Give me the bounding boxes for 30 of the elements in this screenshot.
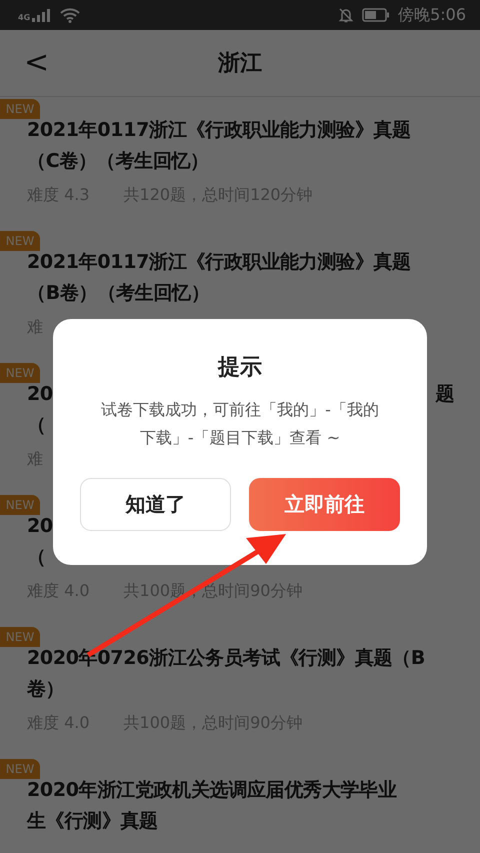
paper-title[interactable]: 卷） [27, 676, 64, 702]
new-badge: NEW [0, 495, 40, 515]
bell-off-icon [338, 7, 354, 23]
paper-title[interactable]: （ [27, 412, 46, 438]
page-title: 浙江 [218, 50, 262, 78]
paper-title[interactable]: 20 [27, 514, 53, 536]
status-time: 傍晚5:06 [398, 4, 466, 26]
new-badge: NEW [0, 759, 40, 779]
paper-title[interactable]: 2020年浙江党政机关选调应届优秀大学毕业 [27, 776, 397, 802]
wifi-icon [60, 7, 80, 23]
go-now-button[interactable]: 立即前往 [249, 478, 400, 531]
dialog-title: 提示 [218, 354, 262, 382]
dialog-message: 试卷下载成功，可前往「我的」-「我的下载」-「题目下载」查看 ~ [100, 399, 380, 449]
battery-icon [362, 8, 390, 22]
paper-title[interactable]: 生《行测》真题 [27, 808, 158, 834]
paper-title[interactable]: （B卷）（考生回忆） [27, 280, 210, 306]
new-badge: NEW [0, 99, 40, 119]
paper-title[interactable]: （ [27, 544, 46, 570]
back-button[interactable]: < [20, 46, 54, 80]
paper-title[interactable]: 20 [27, 382, 53, 404]
paper-title[interactable]: （C卷）（考生回忆） [27, 148, 209, 174]
new-badge: NEW [0, 627, 40, 647]
paper-title[interactable]: 题 [435, 380, 454, 406]
new-badge: NEW [0, 231, 40, 251]
paper-title[interactable]: 2021年0117浙江《行政职业能力测验》真题 [27, 116, 411, 142]
paper-title[interactable]: 2021年0117浙江《行政职业能力测验》真题 [27, 248, 411, 274]
network-label: 4G [18, 13, 30, 22]
signal-icon [32, 8, 52, 22]
new-badge: NEW [0, 363, 40, 383]
dismiss-button[interactable]: 知道了 [80, 478, 231, 531]
